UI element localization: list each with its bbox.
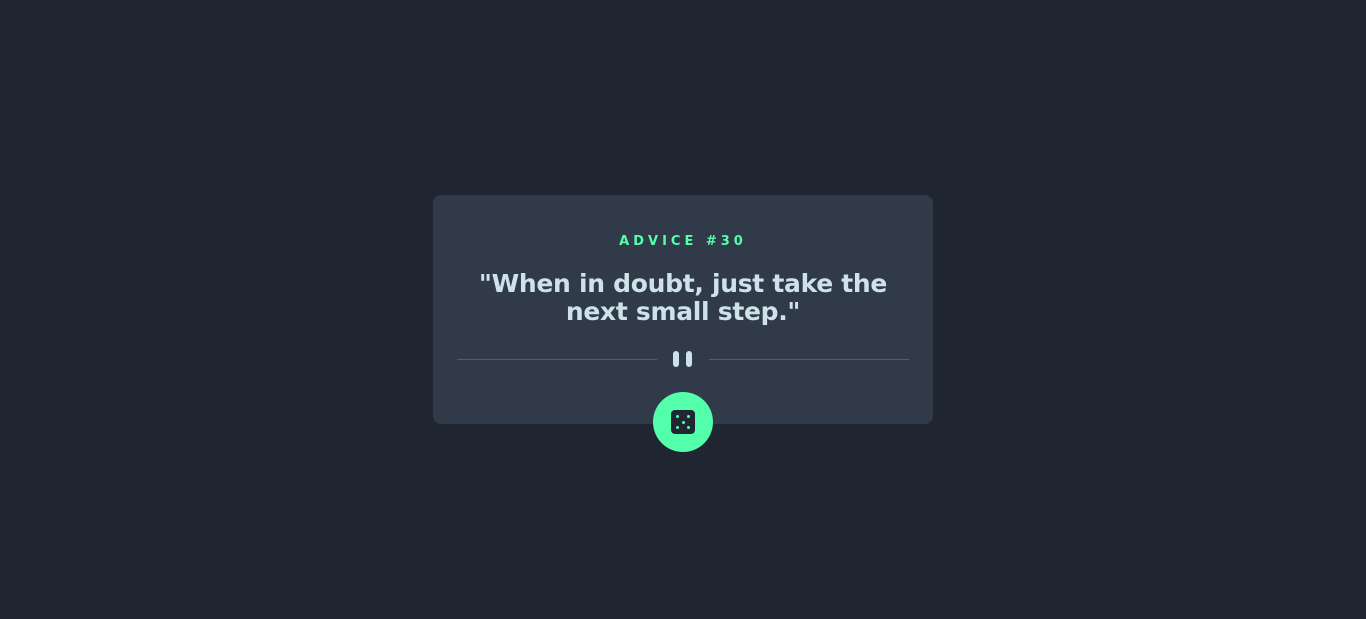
dice-icon — [671, 410, 695, 434]
dice-pip — [687, 426, 690, 429]
divider-line-left — [457, 359, 657, 360]
pause-icon — [672, 351, 694, 367]
advice-card: ADVICE #30 "When in doubt, just take the… — [433, 195, 933, 424]
pattern-divider — [457, 350, 909, 368]
dice-pip — [687, 415, 690, 418]
advice-quote: "When in doubt, just take the next small… — [478, 269, 888, 326]
dice-pip — [676, 415, 679, 418]
pause-bar-right — [686, 351, 692, 367]
new-advice-button[interactable] — [653, 392, 713, 452]
advice-number: ADVICE #30 — [619, 234, 747, 249]
dice-pip — [681, 420, 685, 424]
divider-line-right — [709, 359, 909, 360]
dice-pip — [676, 426, 679, 429]
pause-bar-left — [673, 351, 679, 367]
